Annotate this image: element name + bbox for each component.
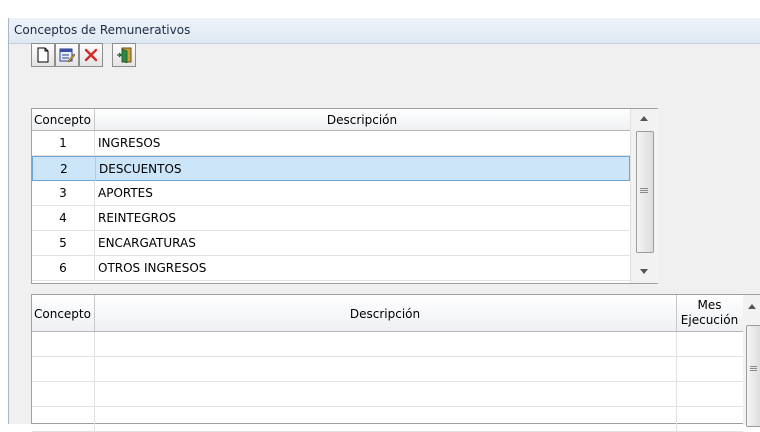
conceptos-grid: Concepto Descripción 1 INGRESOS 2 DESCUE…	[31, 108, 658, 284]
row-concepto: 4	[59, 211, 67, 225]
window-title: Conceptos de Remunerativos	[14, 23, 191, 37]
new-document-icon	[37, 47, 49, 63]
scroll-up-arrow-icon[interactable]	[640, 116, 648, 121]
row-concepto: 1	[59, 136, 67, 150]
delete-icon	[84, 48, 98, 62]
new-button[interactable]	[31, 43, 55, 67]
scroll-up-arrow-icon[interactable]	[748, 304, 756, 309]
row-concepto: 3	[59, 186, 67, 200]
scroll-down-arrow-icon[interactable]	[640, 269, 648, 274]
thumb-grip	[750, 370, 757, 371]
table-row[interactable]	[32, 407, 743, 432]
table-row-selected[interactable]: 2 DESCUENTOS	[32, 156, 630, 181]
column-header-concepto[interactable]: Concepto	[32, 295, 95, 331]
scrollbar-thumb[interactable]	[636, 131, 654, 253]
exit-door-icon	[117, 47, 132, 63]
table-row[interactable]: 3 APORTES	[32, 181, 630, 206]
table-row[interactable]	[32, 332, 743, 357]
delete-button[interactable]	[79, 43, 103, 67]
scrollbar-thumb[interactable]	[746, 325, 760, 427]
column-header-mes-ejecucion[interactable]: Mes Ejecución	[676, 295, 743, 331]
column-header-descripcion[interactable]: Descripción	[94, 295, 677, 331]
exit-button[interactable]	[112, 43, 136, 67]
table-row[interactable]	[32, 382, 743, 407]
row-descripcion: APORTES	[98, 186, 153, 200]
table-row[interactable]: 6 OTROS INGRESOS	[32, 256, 630, 281]
edit-icon	[59, 48, 75, 63]
edit-button[interactable]	[55, 43, 79, 67]
title-bar: Conceptos de Remunerativos	[9, 18, 760, 44]
row-concepto: 2	[60, 162, 68, 176]
thumb-grip	[640, 188, 648, 189]
header-line-mes: Mes	[697, 298, 722, 312]
detalle-grid: Concepto Descripción Mes Ejecución	[31, 294, 760, 432]
detalle-grid-header: Concepto Descripción Mes Ejecución	[32, 295, 743, 332]
column-header-descripcion[interactable]: Descripción	[94, 109, 630, 130]
detalle-scrollbar[interactable]	[743, 295, 760, 427]
table-row[interactable]: 5 ENCARGATURAS	[32, 231, 630, 256]
conceptos-grid-header: Concepto Descripción	[32, 109, 630, 131]
thumb-grip	[750, 366, 757, 367]
header-line-ejecucion: Ejecución	[680, 313, 739, 327]
row-descripcion: INGRESOS	[98, 136, 161, 150]
row-concepto: 5	[59, 236, 67, 250]
row-descripcion: OTROS INGRESOS	[98, 261, 207, 275]
row-descripcion: REINTEGROS	[98, 211, 177, 225]
thumb-grip	[640, 190, 648, 191]
row-descripcion: ENCARGATURAS	[98, 236, 196, 250]
table-row[interactable]	[32, 357, 743, 382]
row-concepto: 6	[59, 261, 67, 275]
thumb-grip	[750, 368, 757, 369]
conceptos-scrollbar[interactable]	[630, 109, 658, 283]
row-descripcion: DESCUENTOS	[99, 162, 182, 176]
thumb-grip	[640, 192, 648, 193]
table-row[interactable]: 1 INGRESOS	[32, 131, 630, 156]
table-row[interactable]: 4 REINTEGROS	[32, 206, 630, 231]
column-header-concepto[interactable]: Concepto	[32, 109, 95, 130]
